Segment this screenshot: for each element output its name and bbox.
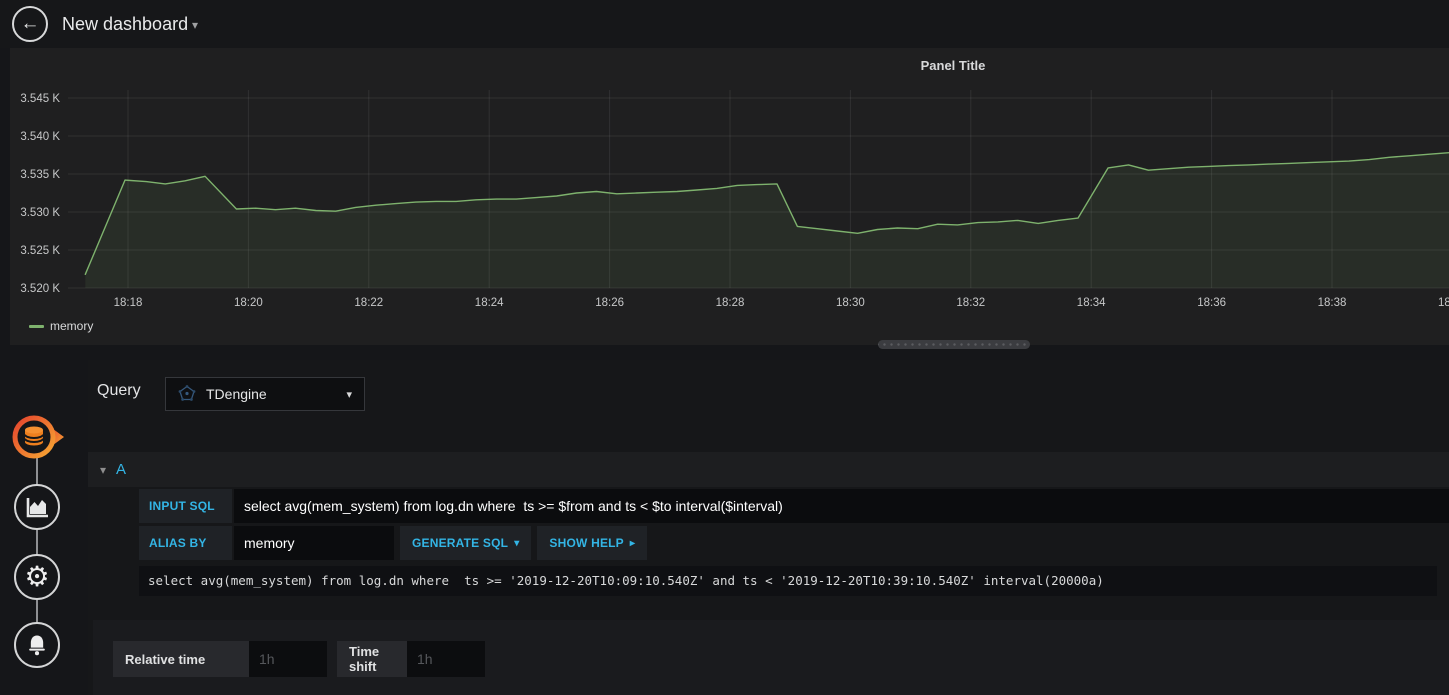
svg-text:18:20: 18:20 bbox=[234, 297, 263, 309]
svg-text:18:40: 18:40 bbox=[1438, 297, 1449, 309]
svg-text:18:34: 18:34 bbox=[1077, 297, 1106, 309]
database-marker-icon bbox=[12, 415, 64, 459]
datasource-name: TDengine bbox=[206, 386, 267, 402]
query-section-title: Query bbox=[97, 382, 141, 399]
collapse-caret-icon[interactable]: ▾ bbox=[100, 463, 106, 477]
back-arrow-icon: ← bbox=[20, 13, 40, 34]
area-chart-icon bbox=[26, 498, 48, 518]
legend-label[interactable]: memory bbox=[50, 319, 93, 333]
svg-text:3.520 K: 3.520 K bbox=[20, 283, 60, 295]
time-options-row: Relative time Time shift bbox=[113, 641, 485, 677]
svg-text:18:26: 18:26 bbox=[595, 297, 624, 309]
time-shift-label: Time shift bbox=[337, 641, 407, 677]
legend-swatch bbox=[29, 324, 44, 328]
svg-text:18:22: 18:22 bbox=[354, 297, 383, 309]
bell-icon bbox=[29, 635, 45, 656]
tab-rail-connector bbox=[36, 437, 38, 645]
input-sql-row: INPUT SQL bbox=[139, 489, 1449, 523]
chevron-down-icon: ▾ bbox=[346, 388, 352, 401]
relative-time-input[interactable] bbox=[249, 641, 327, 677]
show-help-button[interactable]: SHOW HELP ▸ bbox=[537, 526, 648, 560]
svg-text:18:24: 18:24 bbox=[475, 297, 504, 309]
input-sql-field[interactable] bbox=[234, 489, 1449, 523]
grafana-panel-editor: ← New dashboard ▾ 3.545 K 3.540 K 3.535 K3… bbox=[0, 0, 1449, 695]
query-ref-id: A bbox=[116, 461, 127, 478]
query-editor-pane: Query TDengine ▾ ▾ A INPUT SQL ALIAS BY … bbox=[88, 360, 1449, 695]
svg-text:18:28: 18:28 bbox=[716, 297, 745, 309]
svg-text:3.540 K: 3.540 K bbox=[20, 131, 60, 143]
datasource-picker[interactable]: TDengine ▾ bbox=[165, 377, 365, 411]
gear-icon: ⚙ bbox=[24, 560, 50, 593]
sidebar-tab-alert[interactable] bbox=[14, 622, 60, 668]
caret-down-icon: ▾ bbox=[514, 537, 520, 549]
generate-sql-button[interactable]: GENERATE SQL ▾ bbox=[400, 526, 532, 560]
alias-by-row: ALIAS BY GENERATE SQL ▾ SHOW HELP ▸ bbox=[139, 526, 648, 560]
time-shift-input[interactable] bbox=[407, 641, 485, 677]
svg-text:3.525 K: 3.525 K bbox=[20, 245, 60, 257]
svg-text:18:30: 18:30 bbox=[836, 297, 865, 309]
sidebar-tab-queries[interactable] bbox=[9, 412, 65, 462]
caret-right-icon: ▸ bbox=[629, 537, 636, 549]
svg-text:3.535 K: 3.535 K bbox=[20, 169, 60, 181]
svg-text:3.530 K: 3.530 K bbox=[20, 207, 60, 219]
graph-panel: 3.545 K 3.540 K 3.535 K 3.530 K 3.525 K 3.520… bbox=[10, 48, 1449, 345]
panel-title[interactable]: Panel Title bbox=[921, 58, 986, 73]
relative-time-label: Relative time bbox=[113, 641, 249, 677]
dashboard-title[interactable]: New dashboard bbox=[62, 0, 188, 48]
legend: memory bbox=[29, 319, 93, 333]
chevron-down-icon[interactable]: ▾ bbox=[192, 0, 198, 48]
input-sql-label: INPUT SQL bbox=[139, 489, 232, 523]
time-options-section: Relative time Time shift bbox=[93, 620, 1449, 695]
sidebar-tab-visualization[interactable] bbox=[14, 484, 60, 530]
back-button[interactable]: ← bbox=[12, 6, 48, 42]
svg-text:18:18: 18:18 bbox=[114, 297, 143, 309]
svg-text:18:32: 18:32 bbox=[956, 297, 985, 309]
svg-text:3.545 K: 3.545 K bbox=[20, 93, 60, 105]
query-row-header[interactable]: ▾ A bbox=[88, 452, 1449, 487]
sidebar-tab-general[interactable]: ⚙ bbox=[14, 554, 60, 600]
svg-text:18:36: 18:36 bbox=[1197, 297, 1226, 309]
panel-resize-handle[interactable] bbox=[878, 340, 1030, 349]
generated-sql-text: select avg(mem_system) from log.dn where… bbox=[139, 566, 1437, 596]
tdengine-logo-icon bbox=[178, 385, 196, 401]
timeseries-chart[interactable]: 3.545 K 3.540 K 3.535 K 3.530 K 3.525 K 3.520… bbox=[10, 48, 1449, 345]
alias-by-field[interactable] bbox=[234, 526, 394, 560]
navbar: ← New dashboard ▾ bbox=[0, 0, 1449, 48]
svg-text:18:38: 18:38 bbox=[1318, 297, 1347, 309]
alias-by-label: ALIAS BY bbox=[139, 526, 232, 560]
